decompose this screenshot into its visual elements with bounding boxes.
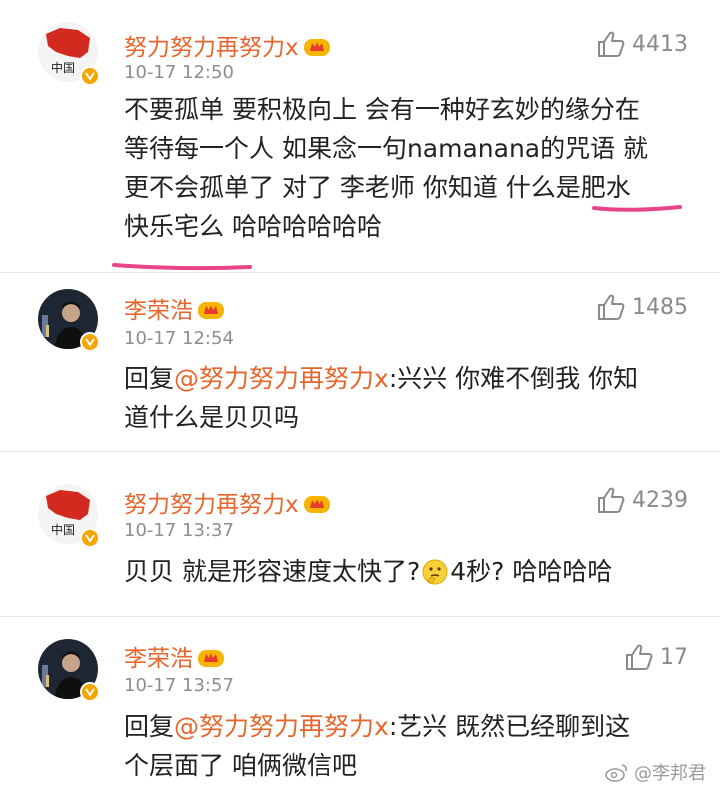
verified-v-icon — [80, 332, 100, 352]
username[interactable]: 李荣浩 — [124, 291, 225, 325]
thinking-face-icon — [422, 559, 448, 585]
like-count: 4239 — [632, 487, 688, 513]
comment-line: 道什么是贝贝吗 — [124, 403, 300, 432]
comment-3: 中国 努力努力再努力x 10-17 13:37 4239 贝贝 就是形容速度太快… — [0, 452, 720, 616]
thumb-up-icon — [596, 30, 626, 58]
reply-text: :兴兴 你难不倒我 你知 — [388, 364, 639, 393]
weibo-logo-icon — [605, 764, 627, 782]
watermark: @李邦君 — [604, 759, 706, 785]
reply-text: :艺兴 既然已经聊到这 — [388, 712, 631, 741]
mention-link[interactable]: @努力努力再努力x — [174, 712, 389, 741]
username[interactable]: 努力努力再努力x — [124, 485, 331, 519]
like-count: 4413 — [632, 31, 688, 57]
comment-line: 更不会孤单了 对了 李老师 你知道 什么是肥水 — [124, 173, 631, 202]
thumb-up-icon — [596, 293, 626, 321]
avatar-text: 中国 — [51, 60, 75, 75]
username[interactable]: 努力努力再努力x — [124, 28, 331, 62]
avatar-text: 中国 — [51, 522, 75, 537]
username-text[interactable]: 李荣浩 — [124, 298, 193, 324]
verified-v-icon — [80, 66, 100, 86]
comment-time: 10-17 13:57 — [124, 675, 234, 696]
verified-v-icon — [80, 528, 100, 548]
mention-link[interactable]: @努力努力再努力x — [174, 364, 389, 393]
comment-time: 10-17 12:50 — [124, 62, 234, 83]
reply-prefix: 回复 — [124, 364, 175, 393]
username-text[interactable]: 李荣浩 — [124, 646, 193, 672]
vip-crown-icon — [303, 493, 331, 515]
comment-time: 10-17 12:54 — [124, 328, 234, 349]
comment-line: 快乐宅么 哈哈哈哈哈哈 — [124, 212, 382, 241]
like-button[interactable]: 1485 — [596, 293, 688, 321]
comment-line: 不要孤单 要积极向上 会有一种好玄妙的缘分在 — [124, 95, 640, 124]
username-text[interactable]: 努力努力再努力x — [124, 492, 299, 518]
like-count: 17 — [660, 644, 688, 670]
vip-crown-icon — [197, 299, 225, 321]
username-text[interactable]: 努力努力再努力x — [124, 35, 299, 61]
comment-1: 中国 努力努力再努力x 10-17 12:50 4413 不要孤单 要积极向上 … — [0, 0, 720, 272]
reply-prefix: 回复 — [124, 712, 175, 741]
comment-text-part: 贝贝 就是形容速度太快了? — [124, 557, 421, 586]
thumb-up-icon — [596, 486, 626, 514]
username[interactable]: 李荣浩 — [124, 639, 225, 673]
comment-line: 等待每一个人 如果念一句namanana的咒语 就 — [124, 134, 649, 163]
watermark-text: @李邦君 — [634, 763, 706, 784]
like-button[interactable]: 4413 — [596, 30, 688, 58]
comment-time: 10-17 13:37 — [124, 520, 234, 541]
comment-text-part: 4秒? 哈哈哈哈 — [450, 557, 613, 586]
like-button[interactable]: 4239 — [596, 486, 688, 514]
comment-2: 李荣浩 10-17 12:54 1485 回复@努力努力再努力x:兴兴 你难不倒… — [0, 273, 720, 451]
comment-line: 回复@努力努力再努力x:艺兴 既然已经聊到这 — [124, 707, 694, 746]
vip-crown-icon — [303, 36, 331, 58]
comment-text: 不要孤单 要积极向上 会有一种好玄妙的缘分在 等待每一个人 如果念一句naman… — [124, 90, 694, 246]
verified-v-icon — [80, 682, 100, 702]
vip-crown-icon — [197, 647, 225, 669]
comment-text: 贝贝 就是形容速度太快了? 4秒? 哈哈哈哈 — [124, 552, 694, 591]
thumb-up-icon — [624, 643, 654, 671]
like-count: 1485 — [632, 294, 688, 320]
like-button[interactable]: 17 — [624, 643, 688, 671]
comment-line: 回复@努力努力再努力x:兴兴 你难不倒我 你知 — [124, 359, 694, 398]
comment-text: 回复@努力努力再努力x:兴兴 你难不倒我 你知 道什么是贝贝吗 — [124, 359, 694, 437]
comment-line: 贝贝 就是形容速度太快了? 4秒? 哈哈哈哈 — [124, 552, 694, 591]
